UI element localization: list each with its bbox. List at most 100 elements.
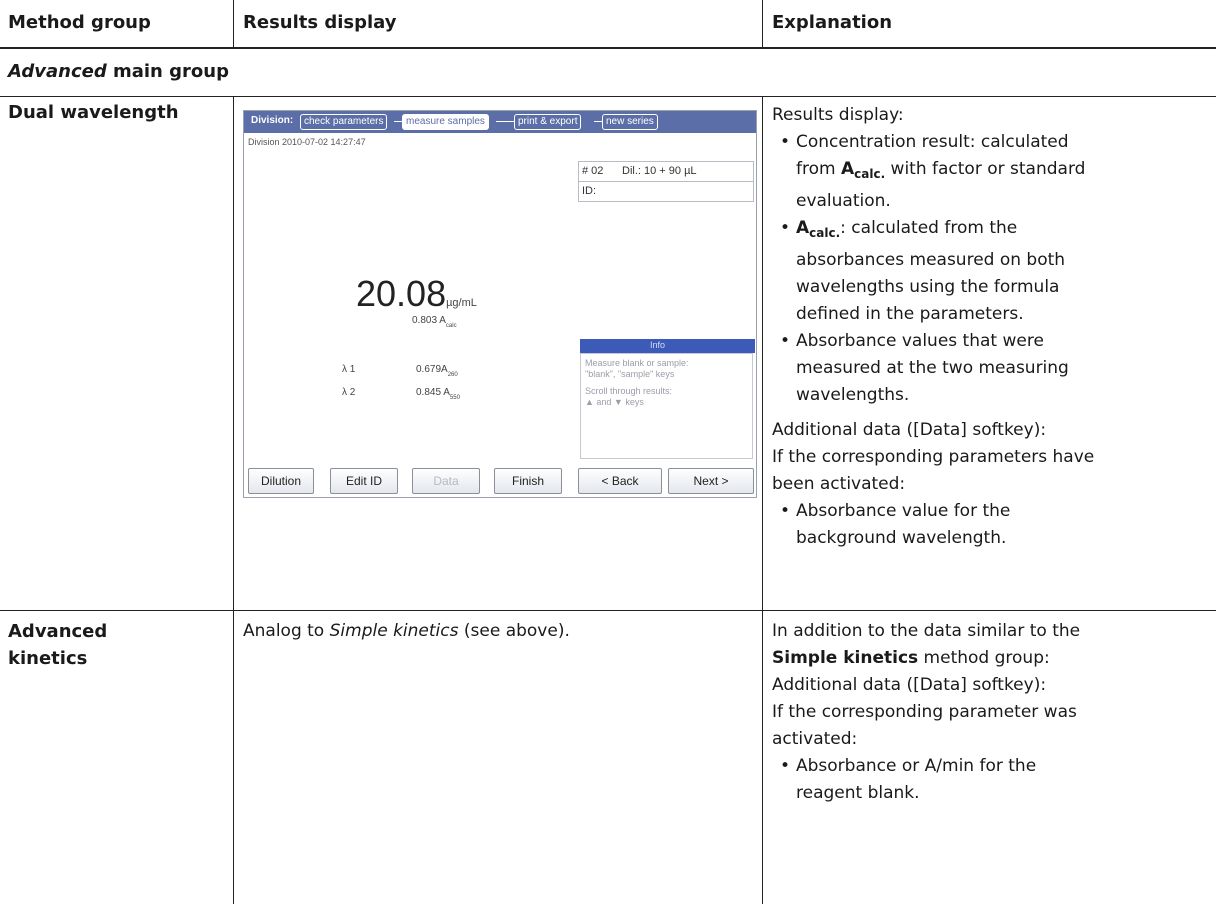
bullet-concentration: Concentration result: calculated from Ac… — [772, 129, 1094, 215]
acalc-subscript: calc. — [854, 167, 886, 181]
finish-button[interactable]: Finish — [494, 468, 562, 494]
simple-kinetics-reference: Simple kinetics — [329, 621, 459, 641]
acalc-result: 0.803 Acalc — [412, 315, 457, 329]
bullet-line: measured at the two measuring — [796, 358, 1069, 378]
bullet-line: wavelengths. — [796, 385, 910, 405]
column-divider-1 — [233, 96, 234, 904]
info-line: ▲ and ▼ keys — [585, 397, 644, 407]
additional-data-line: If the corresponding parameters have — [772, 447, 1095, 467]
bullet-line: from Acalc. with factor or standard — [796, 156, 1094, 188]
section-title-italic: Advanced — [8, 61, 107, 82]
bullet-line: background wavelength. — [796, 528, 1007, 548]
explanation-line: Simple kinetics method group: — [772, 645, 1080, 672]
lambda1-sub: 260 — [447, 372, 458, 378]
section-title: Advanced main group — [8, 61, 229, 82]
lambda2-sub: 550 — [449, 395, 460, 401]
section-title-rest: main group — [106, 61, 229, 82]
info-line: Scroll through results: — [585, 386, 673, 396]
data-button[interactable]: Data — [412, 468, 480, 494]
back-button[interactable]: < Back — [578, 468, 662, 494]
step-new-series[interactable]: new series — [602, 114, 658, 130]
explanation-line: If the corresponding parameter was — [772, 702, 1077, 722]
acalc-sub: calc — [445, 323, 457, 329]
bullet-line: Acalc.: calculated from the — [796, 215, 1094, 247]
id-label: ID: — [582, 185, 597, 197]
step-connector — [594, 121, 602, 122]
info-line: "blank", "sample" keys — [585, 369, 675, 379]
text: method group: — [918, 648, 1050, 668]
acalc-symbol: A — [840, 159, 855, 179]
bullet-absorbance-values: Absorbance values that were measured at … — [772, 328, 1094, 409]
bullet-line: Absorbance value for the — [796, 501, 1011, 521]
lambda2-value: 0.845 A550 — [416, 387, 460, 401]
text: from — [796, 159, 841, 179]
info-body: Measure blank or sample: "blank", "sampl… — [580, 353, 753, 459]
result-unit: µg/mL — [446, 297, 477, 309]
explanation-line: In addition to the data similar to the — [772, 621, 1081, 641]
dilution-value: Dil.: 10 + 90 µL — [622, 165, 697, 177]
text: Analog to — [243, 621, 330, 641]
acalc-subscript: calc. — [809, 226, 841, 240]
workflow-label: Division: — [251, 115, 294, 126]
text: with factor or standard — [885, 159, 1086, 179]
header-results-display: Results display — [243, 12, 397, 33]
info-line: Measure blank or sample: — [585, 358, 689, 368]
device-screenshot: Division: check parameters measure sampl… — [243, 110, 757, 498]
lambda1-number: 0.679A — [416, 364, 448, 375]
step-connector — [394, 121, 402, 122]
info-title: Info — [650, 340, 666, 350]
id-box — [578, 181, 754, 202]
concentration-result: 20.08µg/mL — [356, 273, 477, 315]
timestamp: Division 2010-07-02 14:27:47 — [248, 137, 366, 147]
dual-extra-bullets: Absorbance value for the background wave… — [772, 498, 1094, 552]
next-button[interactable]: Next > — [668, 468, 754, 494]
explanation-intro: Results display: — [772, 105, 904, 125]
bullet-line: defined in the parameters. — [796, 304, 1024, 324]
column-divider-1 — [233, 0, 234, 47]
lambda1-value: 0.679A260 — [416, 364, 458, 378]
method-line: kinetics — [8, 648, 88, 669]
dual-bullets: Concentration result: calculated from Ac… — [772, 129, 1094, 409]
step-check-parameters[interactable]: check parameters — [300, 114, 388, 130]
kinetics-bullets: Absorbance or A/min for the reagent blan… — [772, 753, 1080, 807]
info-title-bar: Info — [580, 339, 755, 353]
bullet-reagent-blank: Absorbance or A/min for the reagent blan… — [772, 753, 1080, 807]
table-header-bottom-rule — [0, 47, 1216, 49]
additional-data-line: Additional data ([Data] softkey): — [772, 420, 1047, 440]
lambda2-number: 0.845 A — [416, 387, 450, 398]
bullet-line: reagent blank. — [796, 783, 920, 803]
bullet-line: Absorbance values that were — [796, 331, 1044, 351]
method-line: Advanced — [8, 621, 108, 642]
column-divider-2 — [762, 0, 763, 47]
dilution-button[interactable]: Dilution — [248, 468, 314, 494]
header-method-group: Method group — [8, 12, 151, 33]
column-divider-2 — [762, 96, 763, 904]
bullet-acalc: Acalc.: calculated from the absorbances … — [772, 215, 1094, 328]
kinetics-explanation: In addition to the data similar to the S… — [772, 618, 1080, 807]
kinetics-results: Analog to Simple kinetics (see above). — [243, 618, 570, 645]
bullet-line: evaluation. — [796, 191, 891, 211]
edit-id-button[interactable]: Edit ID — [330, 468, 398, 494]
additional-data-line: been activated: — [772, 474, 906, 494]
bullet-line: absorbances measured on both — [796, 250, 1066, 270]
acalc-value: 0.803 A — [412, 315, 446, 326]
step-print-export[interactable]: print & export — [514, 114, 582, 130]
bullet-background: Absorbance value for the background wave… — [772, 498, 1094, 552]
explanation-line: activated: — [772, 729, 858, 749]
info-panel: Info Measure blank or sample: "blank", "… — [580, 339, 755, 459]
method-advanced-kinetics: Advanced kinetics — [8, 618, 107, 672]
lambda2-label: λ 2 — [342, 387, 356, 398]
row-divider — [0, 610, 1216, 611]
bullet-line: Concentration result: calculated — [796, 132, 1069, 152]
lambda1-label: λ 1 — [342, 364, 356, 375]
step-connector — [496, 121, 514, 122]
explanation-line: Additional data ([Data] softkey): — [772, 675, 1047, 695]
sample-number: # 02 — [582, 165, 604, 177]
text: (see above). — [458, 621, 570, 641]
dual-explanation: Results display: Concentration result: c… — [772, 102, 1094, 552]
step-measure-samples[interactable]: measure samples — [402, 114, 489, 130]
text: : calculated from the — [840, 218, 1018, 238]
method-dual-wavelength: Dual wavelength — [8, 102, 179, 123]
bullet-line: Absorbance or A/min for the — [796, 756, 1037, 776]
